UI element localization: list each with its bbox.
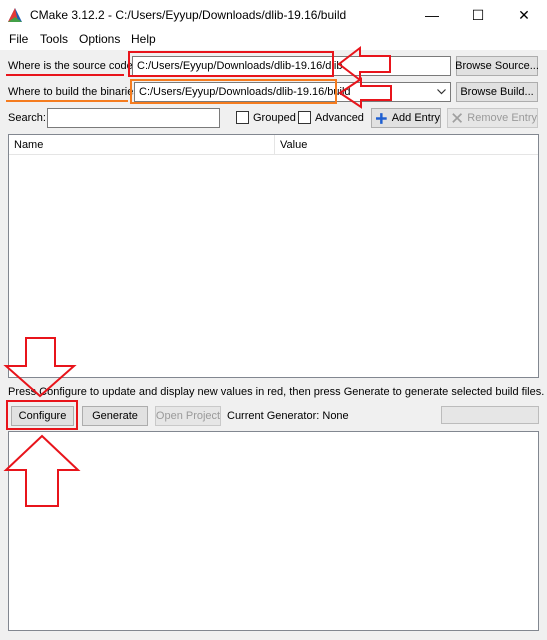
current-generator-text: Current Generator: None <box>227 410 349 422</box>
chevron-down-icon[interactable] <box>437 89 446 95</box>
remove-entry-label: Remove Entry <box>467 112 537 124</box>
info-text: Press Configure to update and display ne… <box>8 386 545 398</box>
advanced-checkbox[interactable] <box>298 111 311 124</box>
cache-table[interactable]: Name Value <box>8 134 539 378</box>
add-entry-label: Add Entry <box>391 112 440 124</box>
plus-icon <box>376 112 387 124</box>
build-label: Where to build the binaries: <box>8 86 142 98</box>
window-title: CMake 3.12.2 - C:/Users/Eyyup/Downloads/… <box>30 8 347 22</box>
maximize-button[interactable]: ☐ <box>455 0 501 30</box>
generate-button[interactable]: Generate <box>82 406 148 426</box>
search-label: Search: <box>8 112 46 124</box>
close-button[interactable]: ✕ <box>501 0 547 30</box>
menu-file[interactable]: File <box>9 32 28 46</box>
build-path-combobox[interactable]: C:/Users/Eyyup/Downloads/dlib-19.16/buil… <box>134 82 451 102</box>
remove-entry-button[interactable]: Remove Entry <box>447 108 538 128</box>
source-label: Where is the source code: <box>8 60 136 72</box>
column-header-value[interactable]: Value <box>275 135 538 155</box>
browse-source-button[interactable]: Browse Source... <box>455 56 539 76</box>
configure-button[interactable]: Configure <box>11 406 74 426</box>
source-path-input[interactable]: C:/Users/Eyyup/Downloads/dlib-19.16/dlib <box>132 56 451 76</box>
minimize-button[interactable]: — <box>409 0 455 30</box>
column-header-name[interactable]: Name <box>9 135 275 155</box>
menu-bar: File Tools Options Help <box>0 30 547 50</box>
menu-options[interactable]: Options <box>79 32 120 46</box>
progress-bar <box>441 406 539 424</box>
build-path-value: C:/Users/Eyyup/Downloads/dlib-19.16/buil… <box>139 86 351 98</box>
output-log[interactable] <box>8 431 539 631</box>
menu-help[interactable]: Help <box>131 32 156 46</box>
open-project-button[interactable]: Open Project <box>155 406 221 426</box>
search-input[interactable] <box>47 108 220 128</box>
advanced-label: Advanced <box>315 112 364 124</box>
cmake-triangle-icon <box>8 8 22 22</box>
grouped-label: Grouped <box>253 112 296 124</box>
grouped-checkbox[interactable] <box>236 111 249 124</box>
menu-tools[interactable]: Tools <box>40 32 68 46</box>
add-entry-button[interactable]: Add Entry <box>371 108 441 128</box>
title-bar: CMake 3.12.2 - C:/Users/Eyyup/Downloads/… <box>0 0 547 30</box>
remove-x-icon <box>452 113 463 123</box>
browse-build-button[interactable]: Browse Build... <box>456 82 538 102</box>
